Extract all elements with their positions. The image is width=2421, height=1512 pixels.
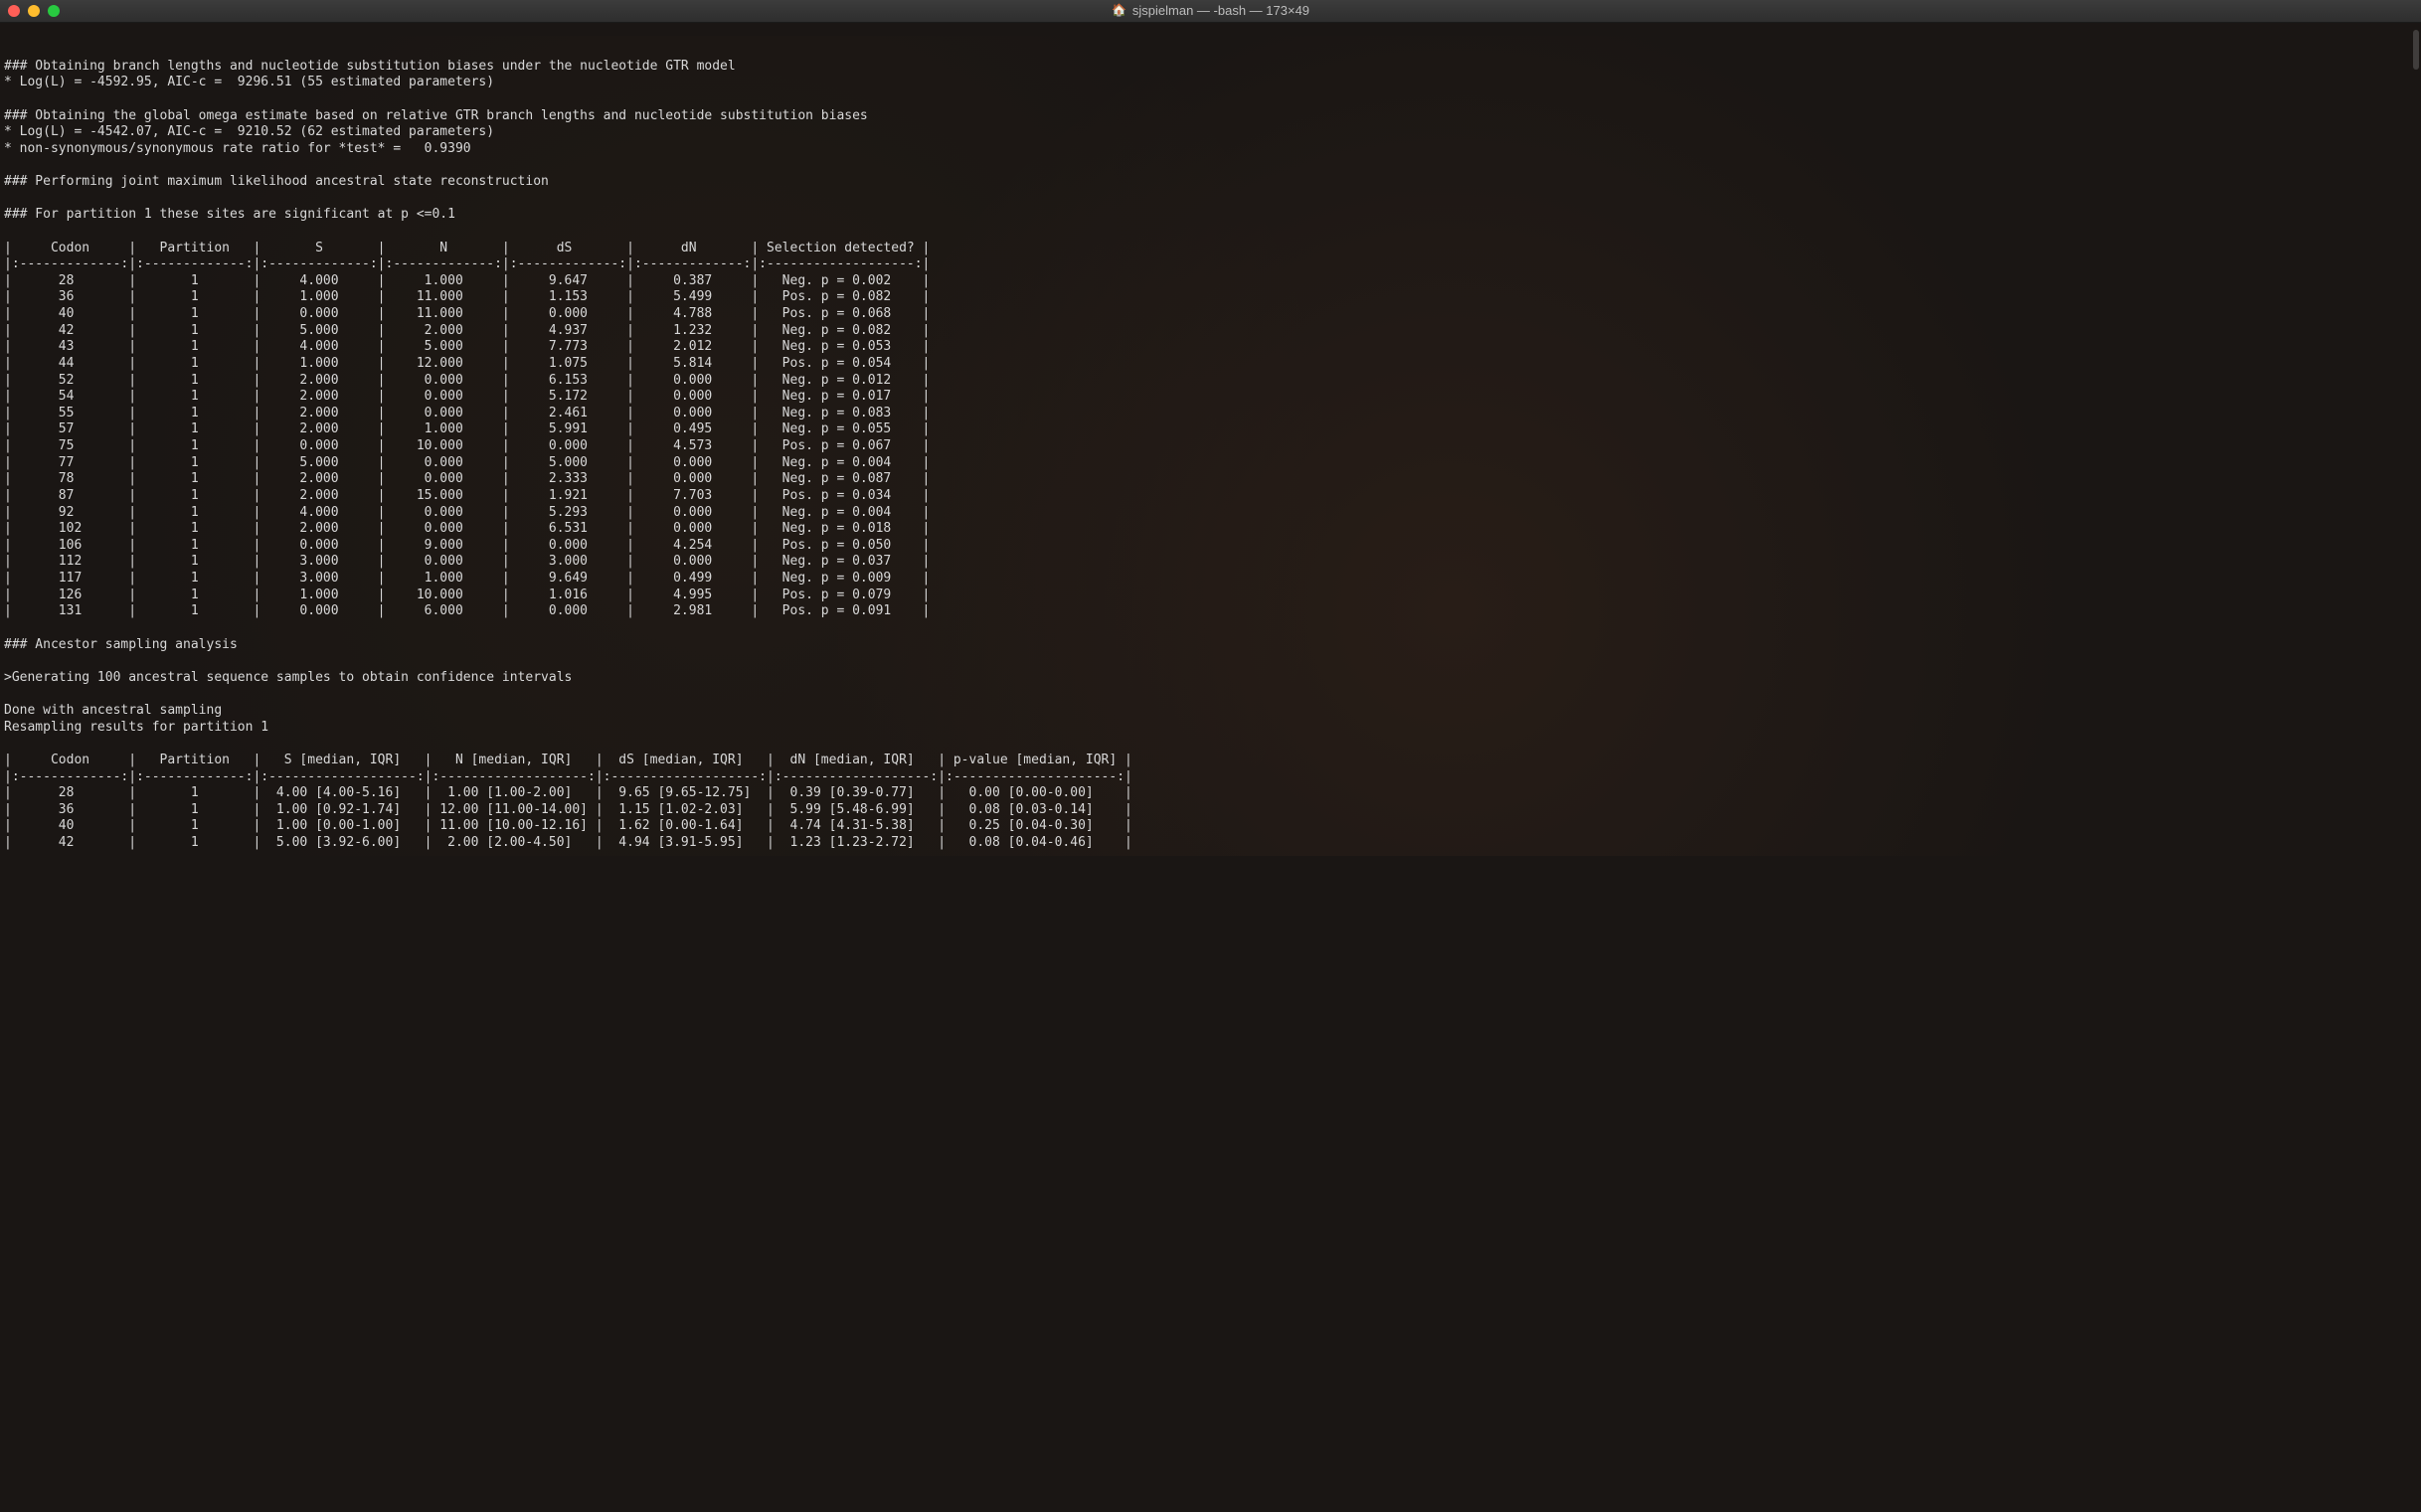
scrollbar-thumb[interactable]	[2413, 30, 2419, 70]
window-title-text: sjspielman — -bash — 173×49	[1132, 3, 1309, 20]
close-icon[interactable]	[8, 5, 20, 17]
terminal-output[interactable]: ### Obtaining branch lengths and nucleot…	[0, 36, 2421, 856]
window-titlebar: 🏠 sjspielman — -bash — 173×49	[0, 0, 2421, 23]
traffic-lights	[8, 5, 60, 17]
window-title: 🏠 sjspielman — -bash — 173×49	[0, 3, 2421, 20]
zoom-icon[interactable]	[48, 5, 60, 17]
home-icon: 🏠	[1112, 3, 1126, 18]
minimize-icon[interactable]	[28, 5, 40, 17]
